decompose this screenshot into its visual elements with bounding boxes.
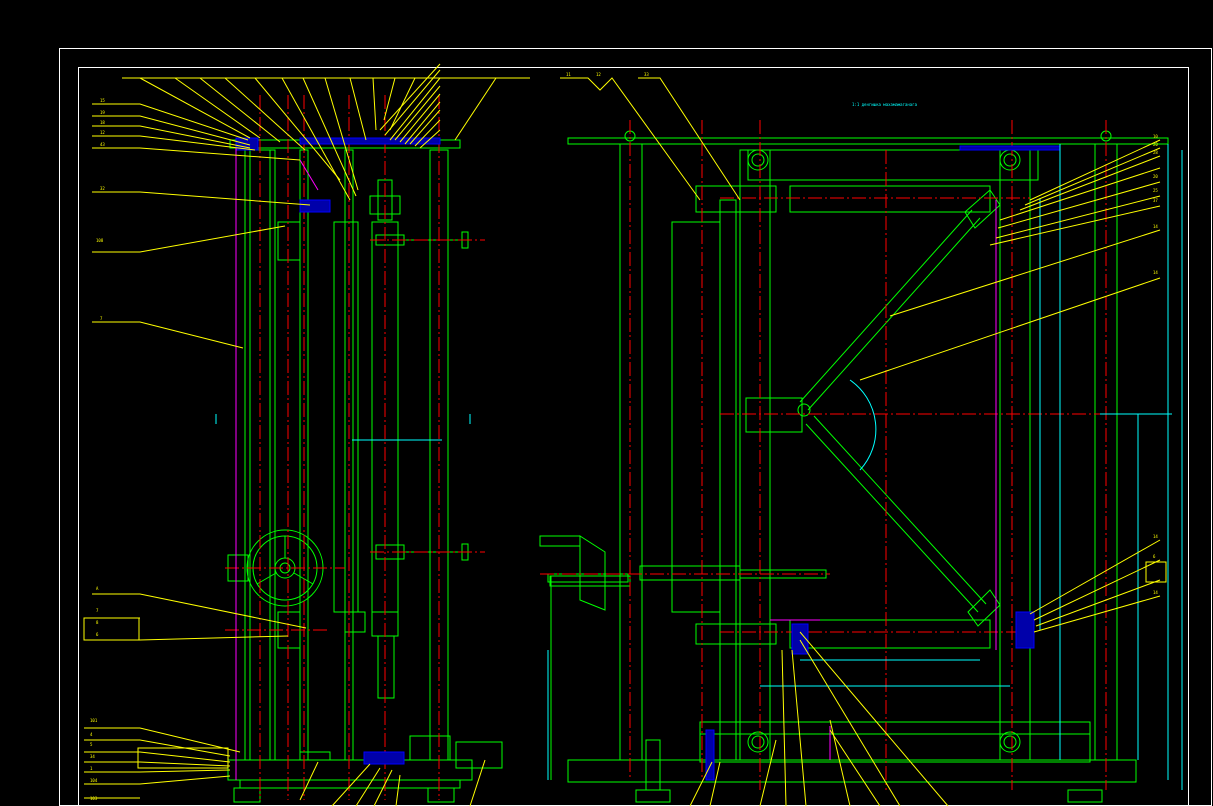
svg-text:7: 7 <box>100 316 103 321</box>
svg-text:104: 104 <box>90 778 98 783</box>
svg-text:8: 8 <box>96 620 99 625</box>
view-title: 1:1 денгишка махамамаганага <box>852 102 918 107</box>
svg-text:5: 5 <box>90 742 93 747</box>
svg-text:14: 14 <box>1153 224 1158 229</box>
svg-text:15: 15 <box>100 98 105 103</box>
svg-text:7: 7 <box>96 608 99 613</box>
svg-text:103: 103 <box>90 796 98 801</box>
left-leaders <box>83 63 530 806</box>
svg-text:14: 14 <box>1153 270 1158 275</box>
svg-text:101: 101 <box>90 718 98 723</box>
svg-text:11: 11 <box>566 72 571 77</box>
svg-text:14: 14 <box>1153 590 1158 595</box>
svg-text:12: 12 <box>596 72 601 77</box>
svg-text:A: A <box>96 586 99 591</box>
svg-text:10: 10 <box>1153 134 1158 139</box>
svg-text:33: 33 <box>644 72 649 77</box>
svg-text:25: 25 <box>1153 188 1158 193</box>
right-view <box>539 120 1183 803</box>
svg-text:28: 28 <box>1153 150 1158 155</box>
svg-text:1: 1 <box>90 766 93 771</box>
svg-text:32: 32 <box>100 186 105 191</box>
svg-text:6: 6 <box>96 632 99 637</box>
svg-text:108: 108 <box>96 238 104 243</box>
outer-frame <box>59 48 1212 806</box>
cad-drawing: 151918 124332 1087A 786 10145 341104 103 <box>59 48 1212 806</box>
svg-text:4: 4 <box>90 732 93 737</box>
svg-text:34: 34 <box>90 754 95 759</box>
svg-text:20: 20 <box>1153 142 1158 147</box>
svg-text:19: 19 <box>100 110 105 115</box>
right-leaders <box>560 77 1167 806</box>
svg-text:6: 6 <box>1153 554 1156 559</box>
svg-text:18: 18 <box>100 120 105 125</box>
svg-text:14: 14 <box>1153 534 1158 539</box>
svg-text:43: 43 <box>100 142 105 147</box>
svg-text:37: 37 <box>1153 198 1158 203</box>
left-labels: 15 19 18 12 43 32 108 7 A 7 8 6 101 4 5 34 1 104 103 <box>90 98 105 801</box>
svg-text:12: 12 <box>100 130 105 135</box>
svg-text:20: 20 <box>1153 174 1158 179</box>
